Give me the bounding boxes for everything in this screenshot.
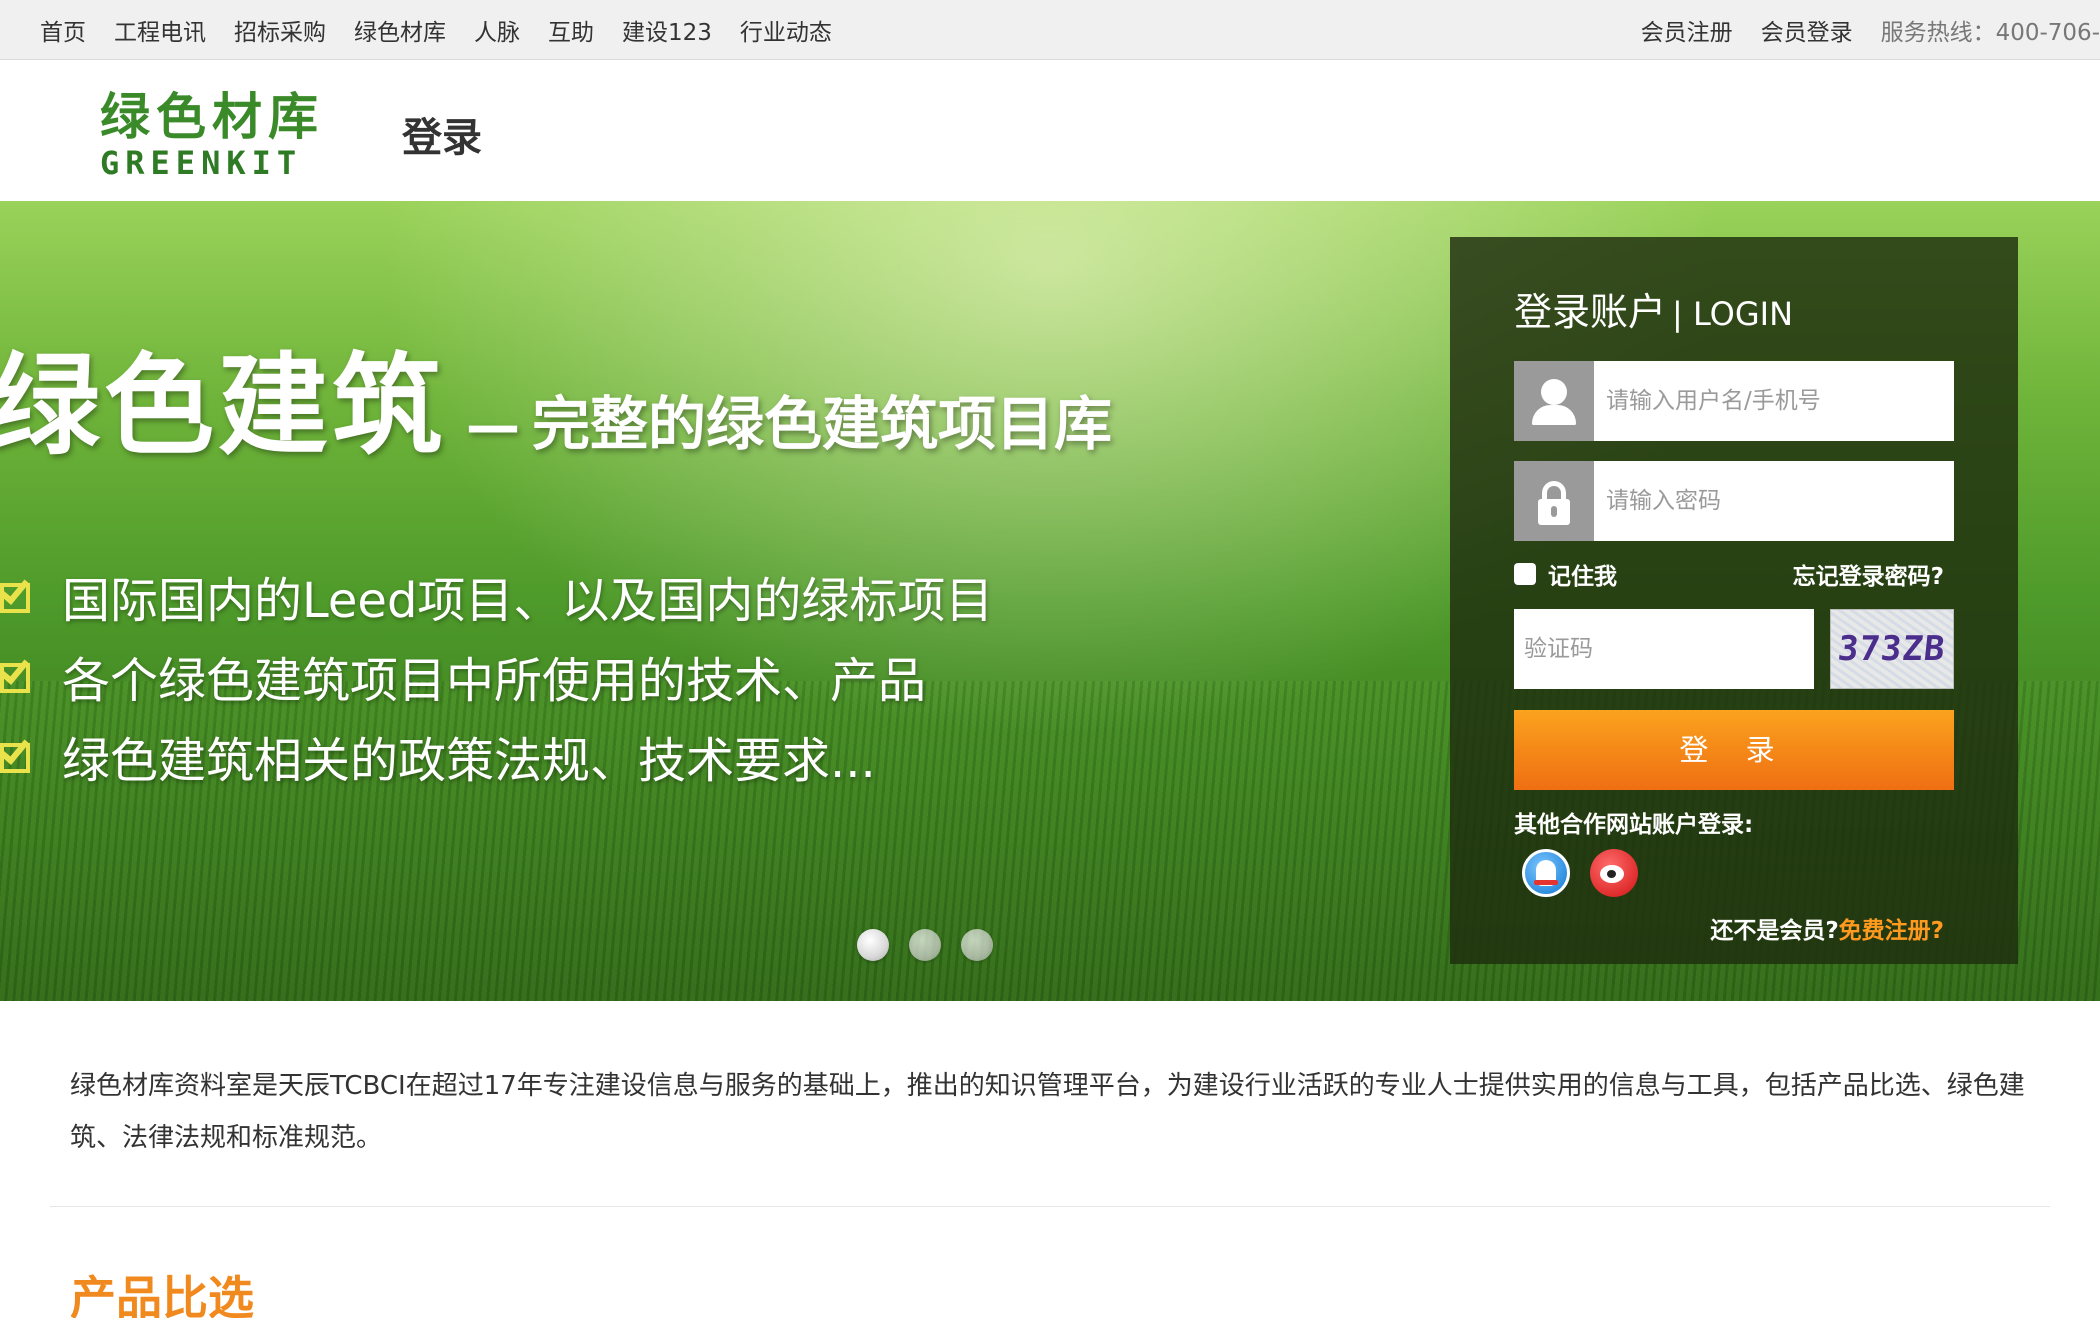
remember-me[interactable]: 记住我 [1514, 557, 1617, 591]
feature-text: 绿色建筑相关的政策法规、技术要求... [62, 733, 876, 789]
checkbox-icon [0, 733, 34, 775]
top-nav-bar: 首页 工程电讯 招标采购 绿色材库 人脉 互助 建设123 行业动态 会员注册 … [0, 0, 2100, 60]
carousel-dot-1[interactable] [857, 929, 889, 961]
checkbox-icon [0, 573, 34, 615]
main-nav: 首页 工程电讯 招标采购 绿色材库 人脉 互助 建设123 行业动态 [40, 0, 860, 60]
register-link[interactable]: 会员注册 [1641, 13, 1733, 47]
lock-icon [1514, 461, 1594, 541]
signup-link[interactable]: 免费注册? [1839, 918, 1944, 944]
feature-text: 各个绿色建筑项目中所使用的技术、产品 [62, 653, 927, 709]
partner-login-label: 其他合作网站账户登录: [1514, 812, 1754, 838]
signup-question: 还不是会员? [1710, 918, 1839, 944]
login-title-en: | LOGIN [1672, 295, 1794, 333]
logo-text-en: GREENKIT [100, 144, 303, 182]
banner-title-main: 绿色建筑 [0, 342, 446, 470]
feature-item: 国际国内的Leed项目、以及国内的绿标项目 [0, 556, 993, 636]
captcha-image[interactable]: 373ZB [1830, 609, 1954, 689]
captcha-input[interactable] [1514, 609, 1814, 689]
site-header: 绿色材库 GREENKIT 登录 [0, 61, 2100, 201]
nav-item-mutual-help[interactable]: 互助 [548, 13, 594, 47]
username-field [1514, 361, 1954, 441]
nav-item-network[interactable]: 人脉 [474, 13, 520, 47]
feature-list: 国际国内的Leed项目、以及国内的绿标项目 各个绿色建筑项目中所使用的技术、产品… [0, 556, 993, 796]
greenkit-logo[interactable]: 绿色材库 GREENKIT [100, 89, 360, 181]
banner-headline: 绿色建筑 — 完整的绿色建筑项目库 [0, 316, 1112, 476]
remember-checkbox[interactable] [1514, 563, 1536, 585]
nav-item-bidding[interactable]: 招标采购 [234, 13, 326, 47]
login-title-cn: 登录账户 [1514, 290, 1667, 334]
feature-text: 国际国内的Leed项目、以及国内的绿标项目 [62, 573, 994, 629]
banner-title-sub: 完整的绿色建筑项目库 [532, 390, 1113, 458]
nav-item-build123[interactable]: 建设123 [622, 13, 712, 47]
password-field [1514, 461, 1954, 541]
user-icon [1514, 361, 1594, 441]
user-nav: 会员注册 会员登录 服务热线：400-706- [1641, 0, 2100, 60]
carousel-dot-3[interactable] [961, 929, 993, 961]
checkbox-icon [0, 653, 34, 695]
weibo-icon[interactable] [1590, 849, 1638, 897]
qq-icon[interactable] [1522, 849, 1570, 897]
nav-item-industry-news[interactable]: 行业动态 [740, 13, 832, 47]
nav-item-greenkit[interactable]: 绿色材库 [354, 13, 446, 47]
nav-item-home[interactable]: 首页 [40, 13, 86, 47]
carousel-dots [857, 929, 1013, 961]
feature-item: 绿色建筑相关的政策法规、技术要求... [0, 716, 993, 796]
login-title: 登录账户 | LOGIN [1514, 281, 1793, 336]
hotline-text: 服务热线：400-706- [1880, 20, 2100, 46]
captcha-text: 373ZB [1836, 629, 1948, 669]
username-input[interactable] [1594, 361, 1954, 441]
forgot-password-link[interactable]: 忘记登录密码? [1793, 557, 1944, 591]
logo-text-cn: 绿色材库 [100, 88, 324, 146]
intro-text: 绿色材库资料室是天辰TCBCI在超过17年专注建设信息与服务的基础上，推出的知识… [70, 1071, 2025, 1153]
banner-title-dash: — [466, 394, 520, 457]
feature-item: 各个绿色建筑项目中所使用的技术、产品 [0, 636, 993, 716]
login-panel: 登录账户| LOGIN 记住我 忘记登录密码? 373ZB 登 录 其他合作网站… [1450, 237, 2018, 964]
signup-prompt: 还不是会员?免费注册? [1710, 911, 1944, 945]
remember-label: 记住我 [1548, 564, 1617, 590]
section-divider [50, 1206, 2050, 1207]
password-input[interactable] [1594, 461, 1954, 541]
login-link[interactable]: 会员登录 [1761, 13, 1853, 47]
carousel-dot-2[interactable] [909, 929, 941, 961]
nav-item-engineering-news[interactable]: 工程电讯 [114, 13, 206, 47]
section-title-product-compare: 产品比选 [70, 1271, 254, 1318]
login-button[interactable]: 登 录 [1514, 710, 1954, 790]
page-title: 登录 [402, 115, 482, 161]
